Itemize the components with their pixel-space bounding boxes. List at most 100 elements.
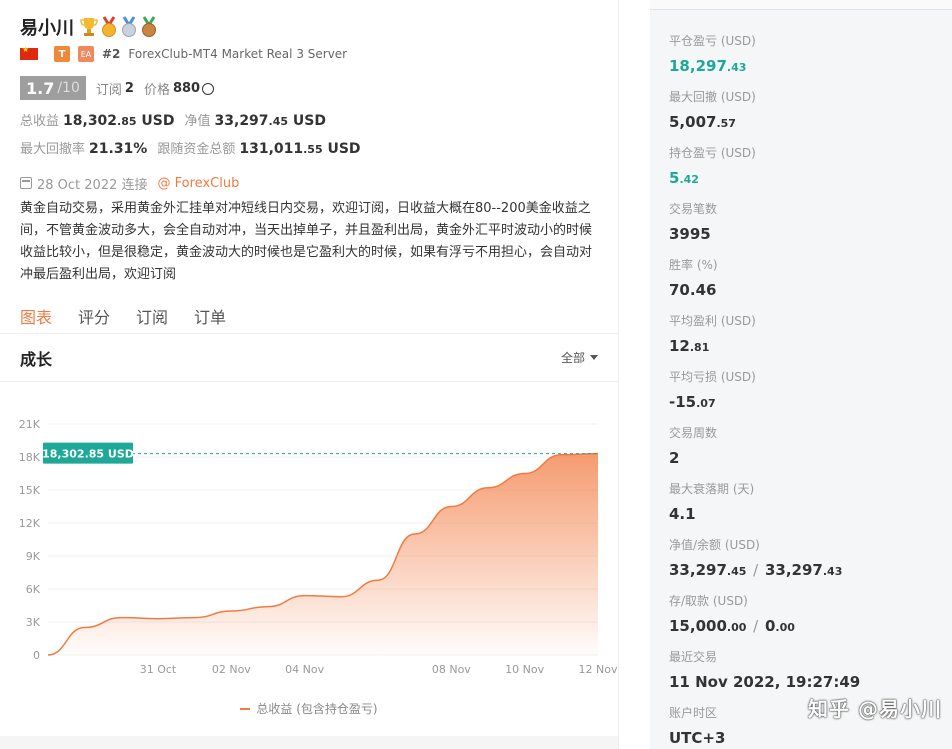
metric-value: 12.81 xyxy=(669,337,710,355)
max-drawdown-value: 21.31% xyxy=(89,141,148,157)
price-label: 价格 xyxy=(143,82,170,98)
calendar-icon xyxy=(20,177,32,189)
trader-name: 易小川 xyxy=(20,18,74,39)
metric-value: 33,297.45 / 33,297.43 xyxy=(669,561,843,579)
x-tick-label: 12 Nov xyxy=(579,663,618,676)
profile-section: 易小川 ★ T EA #2 ForexClub-MT4 Market Real … xyxy=(0,0,618,286)
legend-label: 总收益 (包含持仓盈亏) xyxy=(256,702,378,716)
subscribe-count: 2 xyxy=(124,80,134,96)
metric-item: 交易笔数 3995 xyxy=(669,200,717,243)
metric-label: 胜率 (%) xyxy=(669,258,718,272)
range-dropdown-label: 全部 xyxy=(560,351,585,365)
tab-rating[interactable]: 评分 xyxy=(78,298,110,334)
connect-date: 28 Oct 2022 连接 xyxy=(37,177,148,193)
panel-gutter xyxy=(618,0,650,749)
y-tick-label: 0 xyxy=(33,649,40,662)
stats-panel-top xyxy=(650,0,952,10)
price-value: 880 xyxy=(172,80,201,96)
chart-legend[interactable]: 总收益 (包含持仓盈亏) xyxy=(0,700,618,717)
rank-label: #2 xyxy=(102,47,121,61)
metric-value: 70.46 xyxy=(669,281,717,299)
signal-panel: 易小川 ★ T EA #2 ForexClub-MT4 Market Real … xyxy=(0,0,618,749)
metric-item: 胜率 (%) 70.46 xyxy=(669,256,718,299)
metric-item: 净值/余额 (USD) 33,297.45 / 33,297.43 xyxy=(669,536,842,579)
metric-label: 存/取款 (USD) xyxy=(669,594,748,608)
tab-subscription[interactable]: 订阅 xyxy=(136,298,168,334)
metric-label: 交易周数 xyxy=(669,426,718,440)
trophy-icon xyxy=(80,18,98,36)
growth-chart: 0 3K 6K 9K 12K 15K 18K 21K 31 Oct 02 Nov 04 Nov 08 … xyxy=(0,395,618,735)
subscribe-count-label: 订阅 xyxy=(95,82,122,98)
metric-item: 账户时区 UTC+3 xyxy=(669,704,725,747)
growth-chart-svg: 0 3K 6K 9K 12K 15K 18K 21K 31 Oct 02 Nov 04 Nov 08 … xyxy=(19,418,618,676)
metric-value: 15,000.00 / 0.00 xyxy=(669,617,795,635)
metric-value: 5.42 xyxy=(669,169,699,187)
current-value-label: 18,302.85 USD xyxy=(42,448,134,461)
caret-down-icon xyxy=(590,355,598,360)
china-flag-icon xyxy=(20,45,38,60)
max-drawdown-label: 最大回撤率 xyxy=(20,142,86,157)
legend-swatch xyxy=(240,707,251,710)
metric-item: 交易周数 2 xyxy=(669,424,717,467)
metric-item: 最大回撤 (USD) 5,007.57 xyxy=(669,88,756,131)
metric-item: 持仓盈亏 (USD) 5.42 xyxy=(669,144,756,187)
y-tick-label: 6K xyxy=(26,583,41,596)
stats-panel: 平仓盈亏 (USD) 18,297.43 最大回撤 (USD) 5,007.57 持仓盈… xyxy=(650,0,952,749)
metric-label: 持仓盈亏 (USD) xyxy=(669,146,756,160)
follow-funds-value: 131,011.55 USD xyxy=(239,141,361,157)
metric-item: 平均盈利 (USD) 12.81 xyxy=(669,312,756,355)
metric-value: 11 Nov 2022, 19:27:49 xyxy=(669,673,861,691)
metric-label: 最大衰落期 (天) xyxy=(669,482,755,496)
metric-item: 平均亏损 (USD) -15.07 xyxy=(669,368,756,411)
x-tick-label: 31 Oct xyxy=(140,663,177,676)
metric-label: 净值/余额 (USD) xyxy=(669,538,760,552)
metric-label: 交易笔数 xyxy=(669,202,718,216)
equity-label: 净值 xyxy=(184,114,211,129)
metric-value: 2 xyxy=(669,449,680,467)
strategy-description: 黄金自动交易，采用黄金外汇挂单对冲短线日内交易，欢迎订阅，日收益大概在80--2… xyxy=(20,201,593,282)
metric-value: 18,297.43 xyxy=(669,57,747,75)
tab-chart[interactable]: 图表 xyxy=(20,298,52,334)
gold-medal-icon xyxy=(102,16,116,37)
equity-value: 33,297.45 USD xyxy=(214,113,326,129)
metric-label: 平仓盈亏 (USD) xyxy=(669,34,756,48)
growth-area xyxy=(48,453,598,655)
x-tick-label: 10 Nov xyxy=(505,663,544,676)
y-tick-label: 18K xyxy=(19,451,41,464)
y-tick-label: 9K xyxy=(26,550,41,563)
metric-item: 平仓盈亏 (USD) 18,297.43 xyxy=(669,32,756,75)
tab-bar: 图表 评分 订阅 订单 xyxy=(0,298,618,334)
silver-medal-icon xyxy=(122,16,136,37)
tag-t-badge: T xyxy=(54,46,70,62)
score-denominator: /10 xyxy=(57,80,80,96)
metric-value: 5,007.57 xyxy=(669,113,736,131)
metric-value: UTC+3 xyxy=(669,729,726,747)
score-value: 1.7 xyxy=(26,78,55,98)
y-tick-label: 15K xyxy=(19,484,41,497)
score-badge: 1.7 /10 xyxy=(20,76,86,100)
total-profit-value: 18,302.85 USD xyxy=(63,113,175,129)
range-dropdown[interactable]: 全部 xyxy=(561,349,598,366)
x-tick-label: 08 Nov xyxy=(432,663,471,676)
metric-item: 最大衰落期 (天) 4.1 xyxy=(669,480,754,523)
chart-title: 成长 xyxy=(20,349,53,369)
total-profit-label: 总收益 xyxy=(20,114,60,129)
x-tick-label: 04 Nov xyxy=(285,663,324,676)
metric-label: 平均盈利 (USD) xyxy=(669,314,756,328)
metric-item: 存/取款 (USD) 15,000.00 / 0.00 xyxy=(669,592,795,635)
follow-funds-label: 跟随资金总额 xyxy=(157,142,236,157)
metric-label: 平均亏损 (USD) xyxy=(669,370,756,384)
metric-label: 最大回撤 (USD) xyxy=(669,90,756,104)
metric-value: 3995 xyxy=(669,225,711,243)
y-tick-label: 21K xyxy=(19,418,41,431)
bronze-medal-icon xyxy=(142,16,156,37)
metric-value: -15.07 xyxy=(669,393,716,411)
tag-ea-badge: EA xyxy=(78,46,94,62)
metric-label: 账户时区 xyxy=(669,706,718,720)
server-name: ForexClub-MT4 Market Real 3 Server xyxy=(128,47,348,61)
tab-orders[interactable]: 订单 xyxy=(194,298,226,334)
metric-value: 4.1 xyxy=(669,505,696,523)
coin-icon xyxy=(202,83,215,95)
broker-link[interactable]: @ ForexClub xyxy=(158,176,240,191)
panel-footer xyxy=(0,736,618,749)
